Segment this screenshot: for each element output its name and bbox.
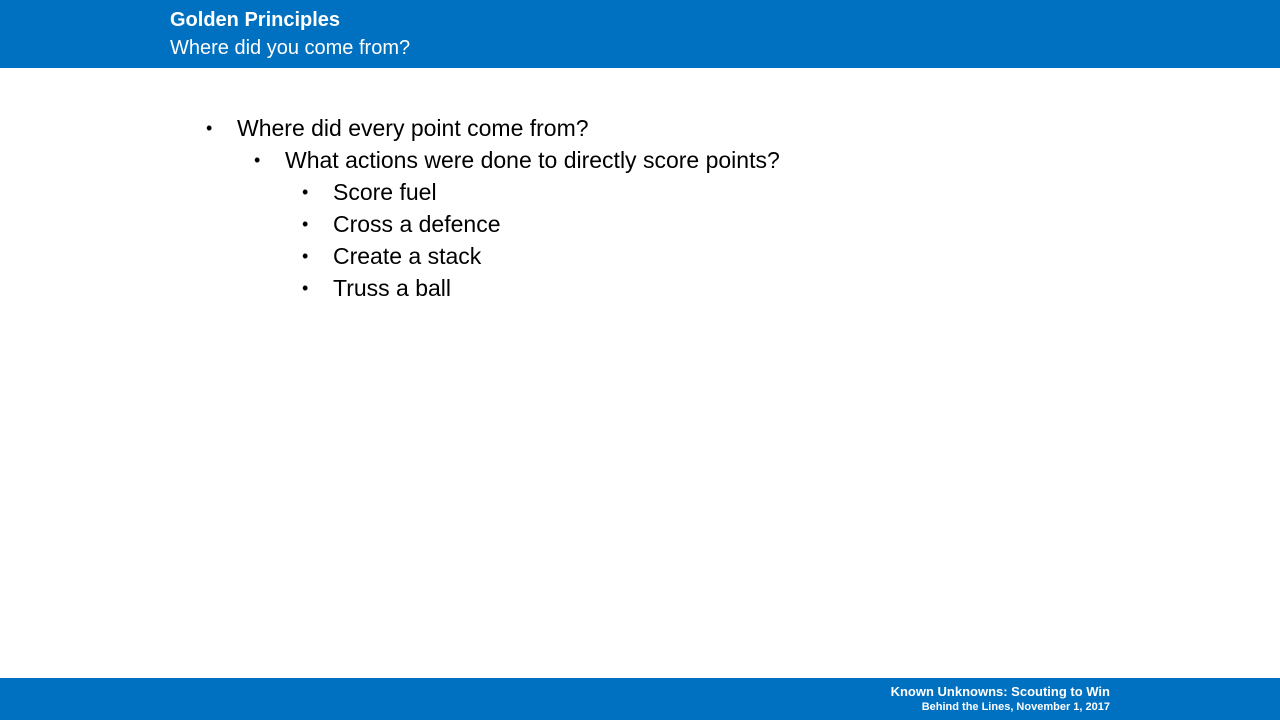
bullet-text: Where did every point come from? [237, 115, 589, 141]
footer-presentation-title: Known Unknowns: Scouting to Win [890, 684, 1110, 699]
bullet-marker: • [302, 182, 309, 202]
bullet-text: What actions were done to directly score… [285, 147, 780, 173]
footer-event-date: Behind the Lines, November 1, 2017 [921, 701, 1110, 713]
footer-bar: Known Unknowns: Scouting to Win Behind t… [0, 678, 1280, 720]
bullet-marker: • [302, 214, 309, 234]
slide-content: • Where did every point come from? • Wha… [0, 0, 1280, 720]
bullet-text: Score fuel [333, 179, 437, 205]
bullet-marker: • [302, 246, 309, 266]
bullet-marker: • [302, 278, 309, 298]
bullet-marker: • [206, 118, 213, 138]
bullet-text: Cross a defence [333, 211, 501, 237]
bullet-text: Truss a ball [333, 275, 452, 301]
bullet-text: Create a stack [333, 243, 482, 269]
bullet-marker: • [254, 150, 261, 170]
